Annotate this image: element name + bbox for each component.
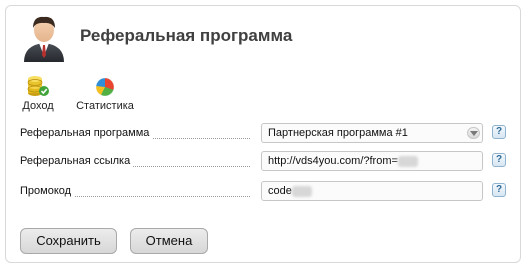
redacted-value	[291, 185, 312, 197]
program-label: Реферальная программа	[20, 127, 153, 139]
promo-row: Промокод code ?	[20, 181, 512, 203]
pie-chart-icon	[95, 77, 115, 97]
referral-link-field[interactable]: http://vds4you.com/?from=	[261, 151, 483, 171]
help-icon[interactable]: ?	[492, 183, 506, 197]
redacted-value	[397, 155, 418, 167]
statistics-button[interactable]: Статистика	[75, 74, 135, 112]
promo-code-value: code	[268, 185, 292, 197]
income-label: Доход	[22, 100, 54, 112]
income-button[interactable]: Доход	[8, 74, 68, 112]
user-avatar-icon	[24, 16, 64, 62]
referral-panel: Реферальная программа Доход Статистика Р…	[5, 5, 521, 263]
coins-icon	[27, 76, 49, 96]
program-row: Реферальная программа Партнерская програ…	[20, 123, 512, 145]
cancel-button[interactable]: Отмена	[130, 228, 208, 254]
statistics-label: Статистика	[76, 100, 134, 112]
referral-link-value: http://vds4you.com/?from=	[268, 155, 398, 167]
program-select[interactable]: Партнерская программа #1	[261, 123, 483, 143]
promo-label: Промокод	[20, 185, 75, 197]
help-icon[interactable]: ?	[492, 153, 506, 167]
page-title: Реферальная программа	[80, 26, 293, 45]
panel-header: Реферальная программа	[6, 6, 520, 66]
save-button[interactable]: Сохранить	[20, 228, 117, 254]
help-icon[interactable]: ?	[492, 125, 506, 139]
link-label: Реферальная ссылка	[20, 155, 134, 167]
link-row: Реферальная ссылка http://vds4you.com/?f…	[20, 151, 512, 173]
promo-code-field[interactable]: code	[261, 181, 483, 201]
